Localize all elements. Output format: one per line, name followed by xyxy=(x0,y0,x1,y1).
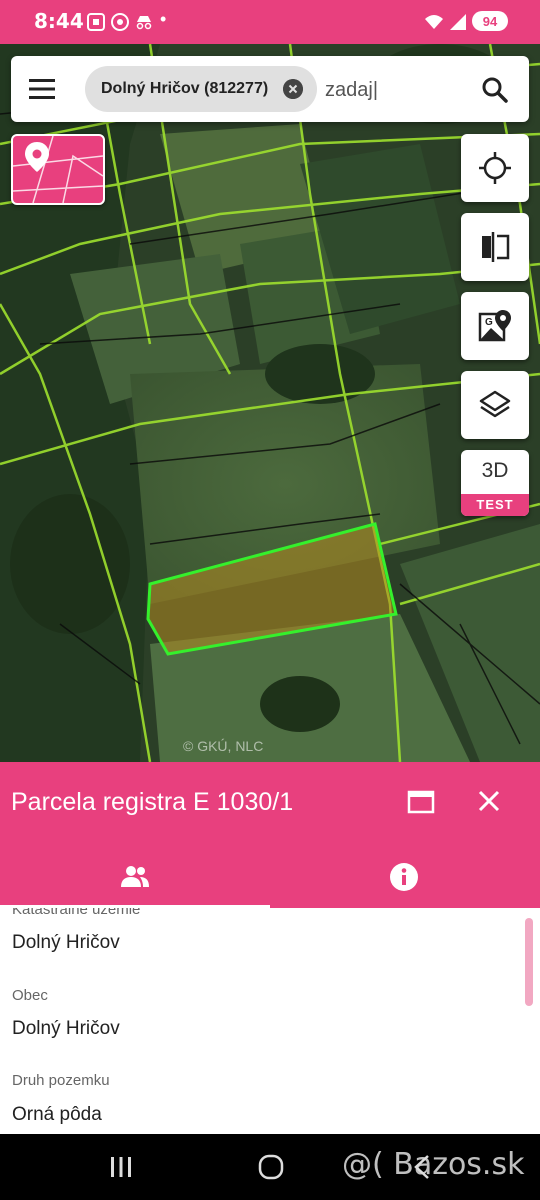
compare-icon xyxy=(482,232,510,262)
map-copyright: © GKÚ, NLC xyxy=(183,738,264,754)
parcel-map-icon xyxy=(13,136,103,203)
crosshair-icon xyxy=(479,152,511,184)
field-label-municipality: Obec xyxy=(12,987,48,1004)
layers-icon xyxy=(479,390,511,418)
incognito-icon xyxy=(136,16,152,30)
maximize-icon[interactable] xyxy=(407,790,435,814)
field-value-municipality: Dolný Hričov xyxy=(12,1018,120,1039)
3d-view-button[interactable]: 3D TEST xyxy=(461,450,529,516)
google-maps-icon: G xyxy=(478,310,511,342)
google-maps-button[interactable]: G xyxy=(461,292,529,360)
tab-owners[interactable] xyxy=(0,850,270,908)
home-icon[interactable] xyxy=(257,1153,285,1181)
back-icon[interactable] xyxy=(410,1154,434,1180)
my-location-button[interactable] xyxy=(461,134,529,202)
cadastre-filter-chip[interactable]: Dolný Hričov (812277) xyxy=(85,66,317,112)
wifi-icon xyxy=(425,15,443,29)
info-icon xyxy=(390,863,418,891)
parcel-title: Parcela registra E 1030/1 xyxy=(11,788,294,816)
recent-apps-icon[interactable] xyxy=(108,1154,134,1180)
parcel-details[interactable]: Katastrálne územie Dolný Hričov Obec Dol… xyxy=(0,908,540,1134)
scrollbar[interactable] xyxy=(525,918,533,1006)
signal-icon xyxy=(450,14,466,30)
tab-info[interactable] xyxy=(270,850,540,908)
layers-button[interactable] xyxy=(461,371,529,439)
status-bar: 8:44 • 94 xyxy=(0,0,540,44)
people-icon xyxy=(121,866,149,887)
field-value-land-type: Orná pôda xyxy=(12,1104,102,1125)
map-type-thumbnail[interactable] xyxy=(11,134,105,205)
chrome-icon xyxy=(111,13,129,31)
test-badge: TEST xyxy=(461,494,529,516)
menu-icon[interactable] xyxy=(27,76,57,102)
field-label-land-type: Druh pozemku xyxy=(12,1072,110,1089)
battery-indicator: 94 xyxy=(472,11,508,31)
notification-dot-icon: • xyxy=(160,9,167,29)
chip-label: Dolný Hričov (812277) xyxy=(101,80,269,97)
close-icon[interactable] xyxy=(476,788,502,814)
3d-label: 3D xyxy=(481,459,509,482)
field-value-cadastral-area: Dolný Hričov xyxy=(12,932,120,953)
search-bar: Dolný Hričov (812277) xyxy=(11,56,529,122)
chip-clear-icon[interactable] xyxy=(283,79,303,99)
status-time: 8:44 xyxy=(34,9,84,33)
screenshot-icon xyxy=(87,13,105,31)
search-icon[interactable] xyxy=(481,76,509,104)
parcel-sheet-header: Parcela registra E 1030/1 xyxy=(0,762,540,908)
compare-button[interactable] xyxy=(461,213,529,281)
search-input[interactable] xyxy=(323,74,477,106)
navigation-bar: @( Bazos.sk xyxy=(0,1134,540,1200)
svg-text:G: G xyxy=(485,317,493,328)
field-label-cadastral-area: Katastrálne územie xyxy=(12,908,141,918)
